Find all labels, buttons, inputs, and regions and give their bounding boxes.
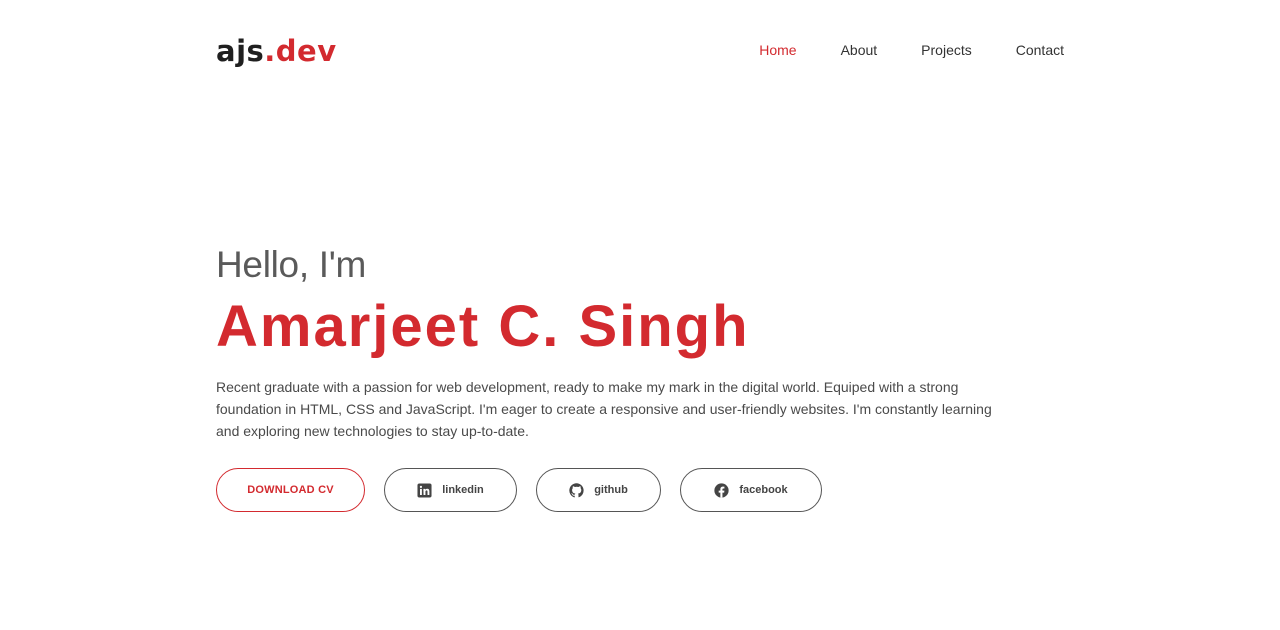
- linkedin-button[interactable]: linkedin: [384, 468, 517, 512]
- facebook-icon: [714, 482, 729, 498]
- download-cv-button[interactable]: DOWNLOAD CV: [216, 468, 365, 512]
- site-header: ajs.dev Home About Projects Contact: [0, 0, 1280, 100]
- nav-item-contact[interactable]: Contact: [1016, 41, 1064, 59]
- hero-greeting: Hello, I'm: [216, 244, 367, 285]
- github-label: github: [594, 484, 628, 496]
- nav-item-home[interactable]: Home: [759, 41, 796, 59]
- linkedin-label: linkedin: [442, 484, 484, 496]
- nav-item-projects[interactable]: Projects: [921, 41, 972, 59]
- main-nav: Home About Projects Contact: [715, 41, 1064, 59]
- logo-prefix: ajs: [216, 34, 265, 68]
- hero-section: Hello, I'm Amarjeet C. Singh Recent grad…: [216, 240, 1016, 512]
- github-button[interactable]: github: [536, 468, 661, 512]
- github-icon: [569, 482, 584, 498]
- hero-intro: Recent graduate with a passion for web d…: [216, 379, 992, 439]
- nav-item-about[interactable]: About: [841, 41, 878, 59]
- linkedin-icon: [417, 482, 432, 498]
- facebook-button[interactable]: facebook: [680, 468, 822, 512]
- download-cv-label: DOWNLOAD CV: [247, 484, 334, 496]
- facebook-label: facebook: [739, 484, 788, 496]
- site-logo[interactable]: ajs.dev: [216, 33, 337, 69]
- hero-actions: DOWNLOAD CV linkedin github facebook: [216, 468, 1016, 512]
- logo-suffix: .dev: [264, 34, 337, 68]
- hero-name: Amarjeet C. Singh: [216, 294, 750, 359]
